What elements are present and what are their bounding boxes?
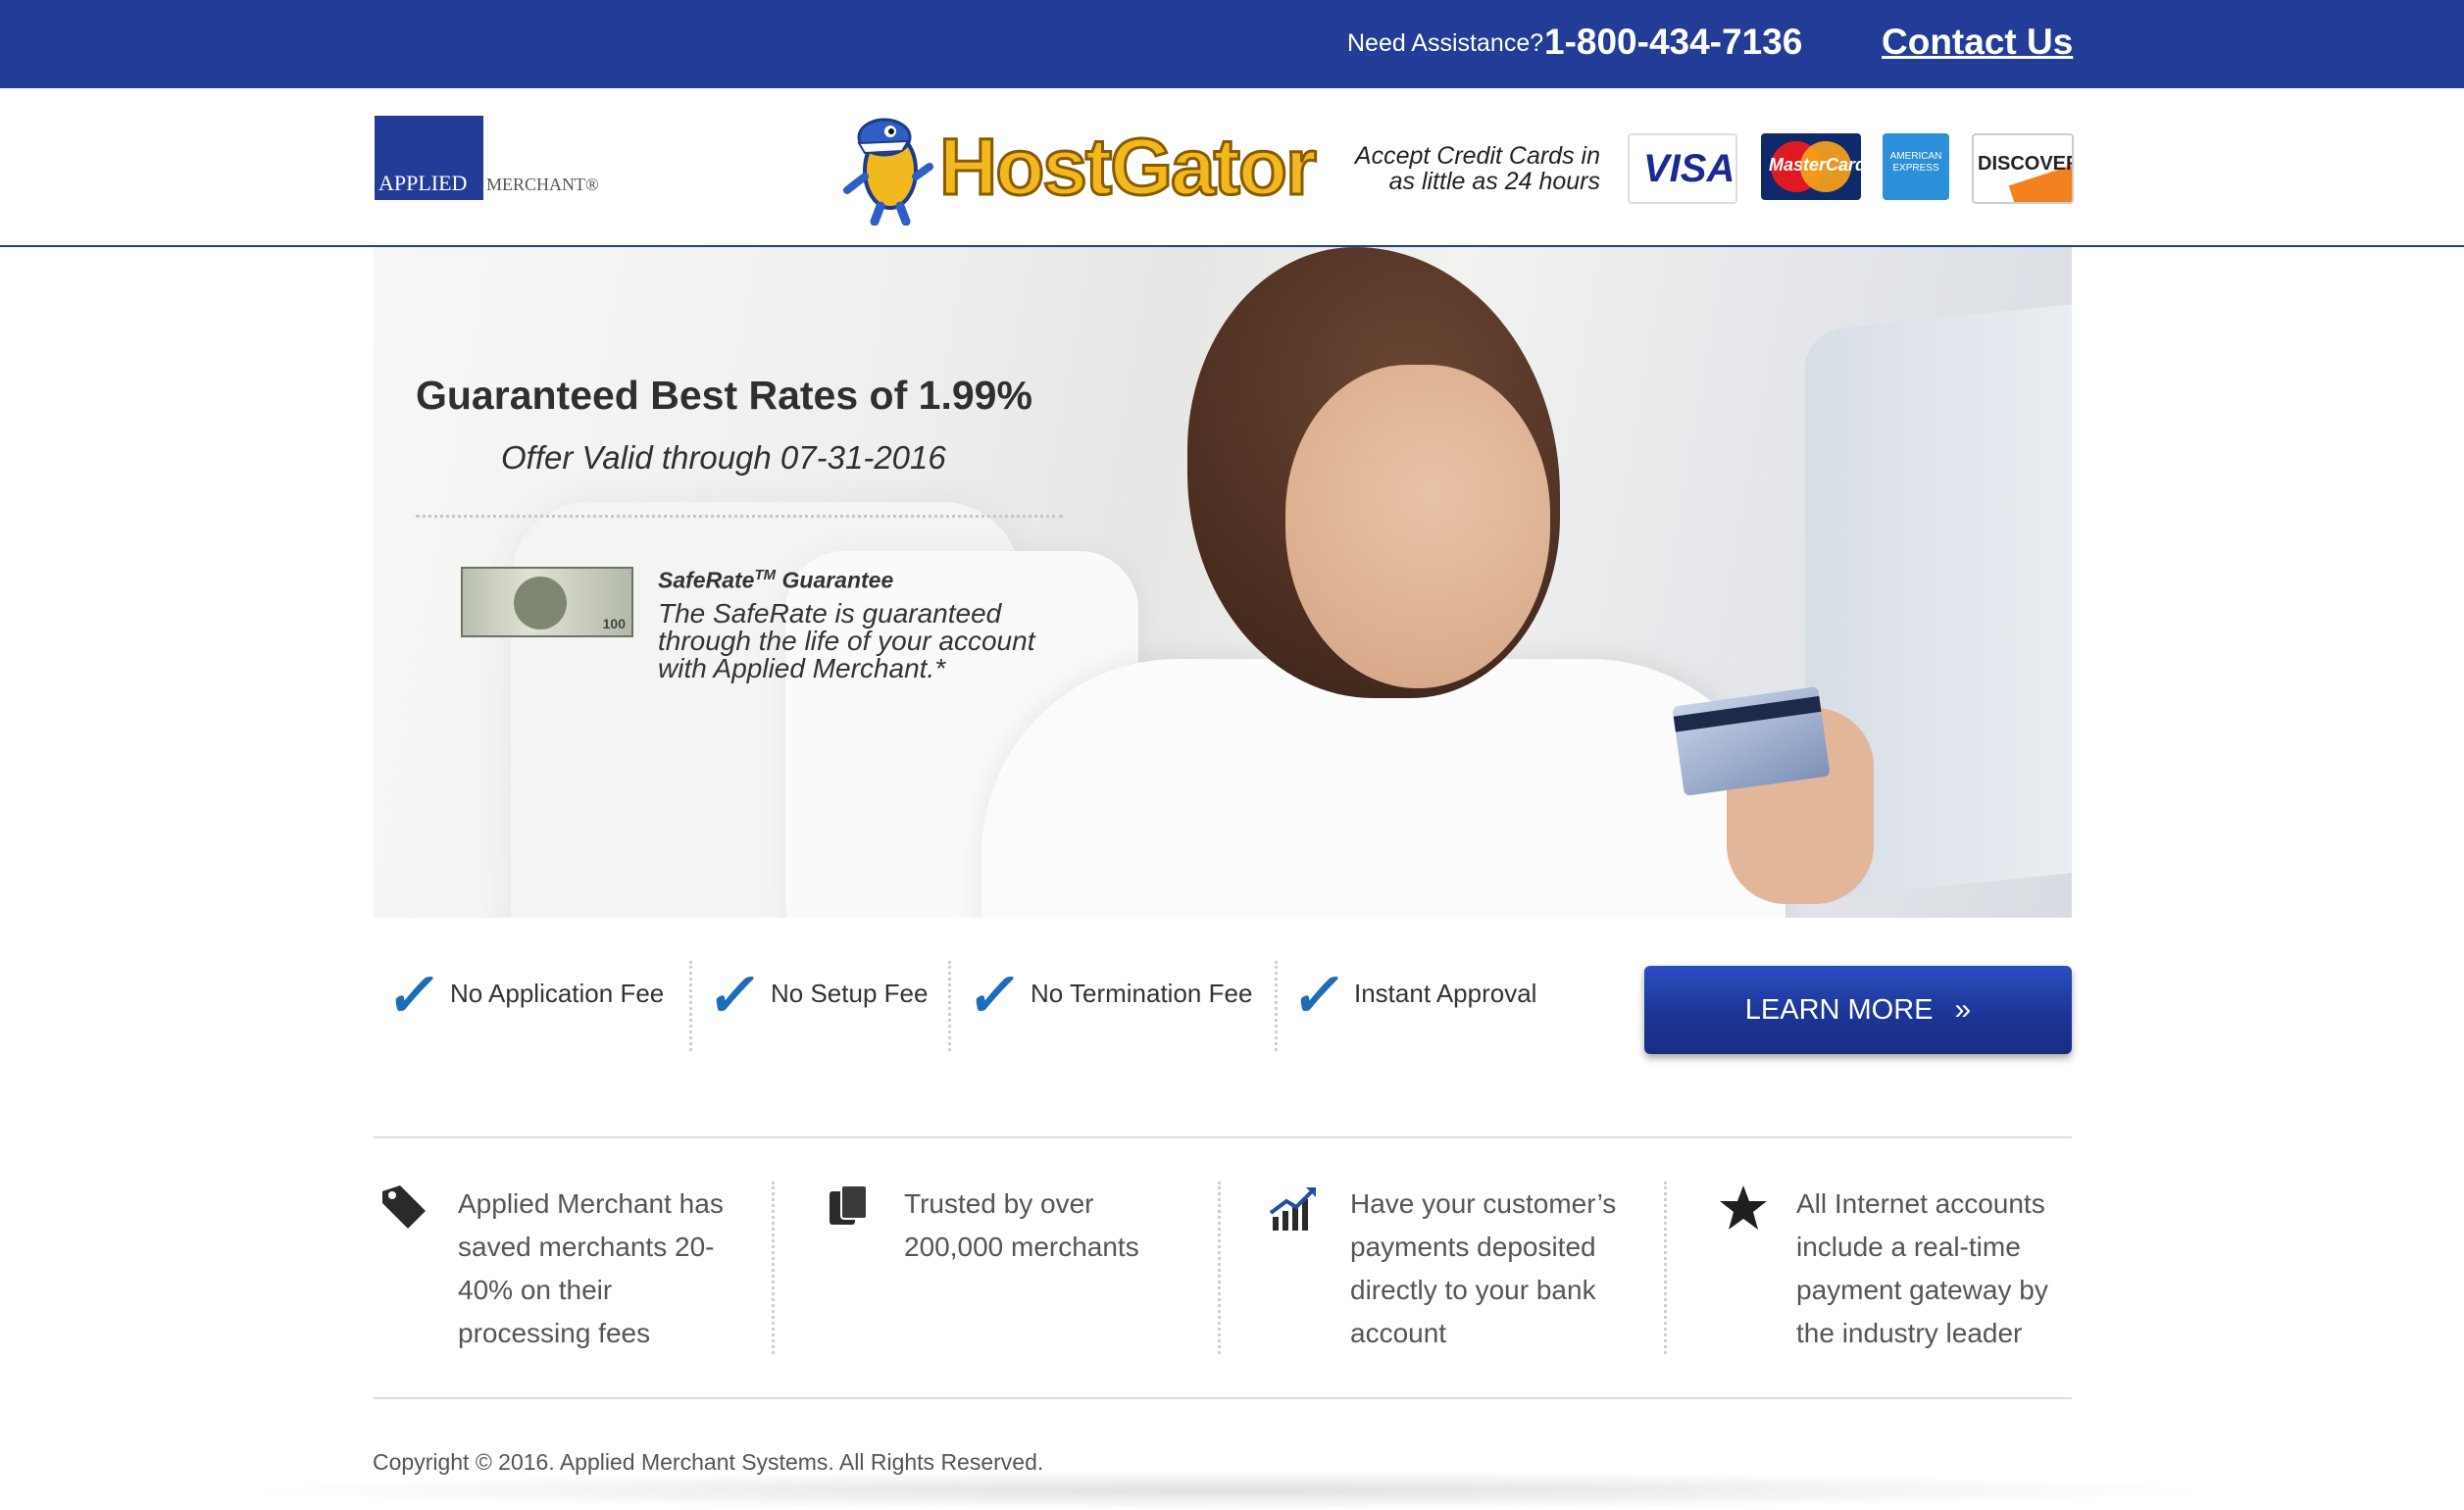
section-divider-top bbox=[374, 1136, 2072, 1138]
offer-valid-text: Offer Valid through 07-31-2016 bbox=[501, 439, 946, 476]
feature-instant-approval: Instant Approval bbox=[1354, 979, 1537, 1008]
saferate-description: The SafeRate is guaranteed through the l… bbox=[658, 598, 1035, 683]
accept-cards-tagline: Accept Credit Cards in as little as 24 h… bbox=[1335, 143, 1600, 194]
checkmark-icon: ✓ bbox=[963, 962, 1027, 1030]
info-gateway-text: All Internet accounts include a real-tim… bbox=[1796, 1188, 2048, 1348]
hostgator-mascot-icon bbox=[843, 118, 933, 226]
dotted-divider bbox=[416, 515, 1063, 518]
amex-text: AMERICAN EXPRESS bbox=[1889, 151, 1942, 174]
amex-card-icon: AMERICAN EXPRESS bbox=[1883, 133, 1949, 200]
assistance-label: Need Assistance? bbox=[1347, 29, 1544, 57]
info-divider bbox=[1218, 1182, 1221, 1354]
applied-merchant-logo[interactable]: APPLIED MERCHANT® bbox=[375, 116, 625, 200]
page-shadow bbox=[235, 1471, 2226, 1510]
feature-no-application-fee: No Application Fee bbox=[450, 979, 665, 1008]
bill-number: 100 bbox=[602, 616, 626, 631]
learn-more-button[interactable]: LEARN MORE » bbox=[1644, 966, 2072, 1054]
feature-divider bbox=[689, 961, 692, 1051]
double-chevron-right-icon: » bbox=[1954, 993, 1972, 1026]
star-icon bbox=[1720, 1185, 1767, 1230]
hundred-dollar-bill-icon: 100 bbox=[461, 567, 633, 637]
mastercard-card-icon: MasterCard bbox=[1761, 133, 1866, 200]
checkmark-icon: ✓ bbox=[1287, 962, 1351, 1030]
accept-line-1: Accept Credit Cards in bbox=[1354, 142, 1600, 170]
checkmark-icon: ✓ bbox=[703, 962, 767, 1030]
contact-us-link[interactable]: Contact Us bbox=[1882, 22, 2073, 63]
top-bar bbox=[0, 0, 2464, 88]
phone-number-link[interactable]: 1-800-434-7136 bbox=[1544, 22, 1802, 63]
discover-text: DISCOVER bbox=[1978, 153, 2074, 175]
saferate-heading: SafeRateTM Guarantee bbox=[658, 567, 893, 594]
accept-line-2: as little as 24 hours bbox=[1388, 168, 1600, 195]
tag-icon bbox=[382, 1185, 426, 1229]
hero-title: Guaranteed Best Rates of 1.99% bbox=[416, 373, 1032, 418]
saferate-name: SafeRate bbox=[658, 567, 755, 593]
feature-divider bbox=[1275, 961, 1278, 1051]
visa-text: VISA bbox=[1643, 147, 1735, 190]
logo-applied-text: APPLIED bbox=[378, 171, 468, 195]
visa-card-icon: VISA bbox=[1628, 133, 1737, 204]
info-divider bbox=[772, 1182, 775, 1354]
feature-no-termination-fee: No Termination Fee bbox=[1031, 979, 1253, 1008]
section-divider-bottom bbox=[374, 1397, 2072, 1399]
info-savings-text: Applied Merchant has saved merchants 20-… bbox=[458, 1188, 724, 1348]
feature-no-setup-fee: No Setup Fee bbox=[771, 979, 929, 1008]
learn-more-label: LEARN MORE bbox=[1744, 994, 1934, 1026]
info-divider bbox=[1664, 1182, 1667, 1354]
hostgator-logo-text: HostGator bbox=[938, 122, 1319, 214]
checkmark-icon: ✓ bbox=[382, 962, 446, 1030]
info-deposit-text: Have your customer’s payments deposited … bbox=[1350, 1188, 1617, 1348]
trademark-sup: TM bbox=[754, 567, 777, 583]
info-trusted-text: Trusted by over 200,000 merchants bbox=[904, 1188, 1139, 1262]
mastercard-text: MasterCard bbox=[1769, 155, 1867, 175]
saferate-guarantee-word: Guarantee bbox=[776, 567, 894, 593]
logo-merchant-text: MERCHANT® bbox=[486, 175, 599, 194]
growth-chart-icon bbox=[1269, 1187, 1316, 1231]
feature-divider bbox=[948, 961, 951, 1051]
documents-icon bbox=[830, 1184, 868, 1225]
woman-face-image bbox=[1285, 365, 1550, 688]
discover-card-icon: DISCOVER bbox=[1972, 133, 2074, 204]
